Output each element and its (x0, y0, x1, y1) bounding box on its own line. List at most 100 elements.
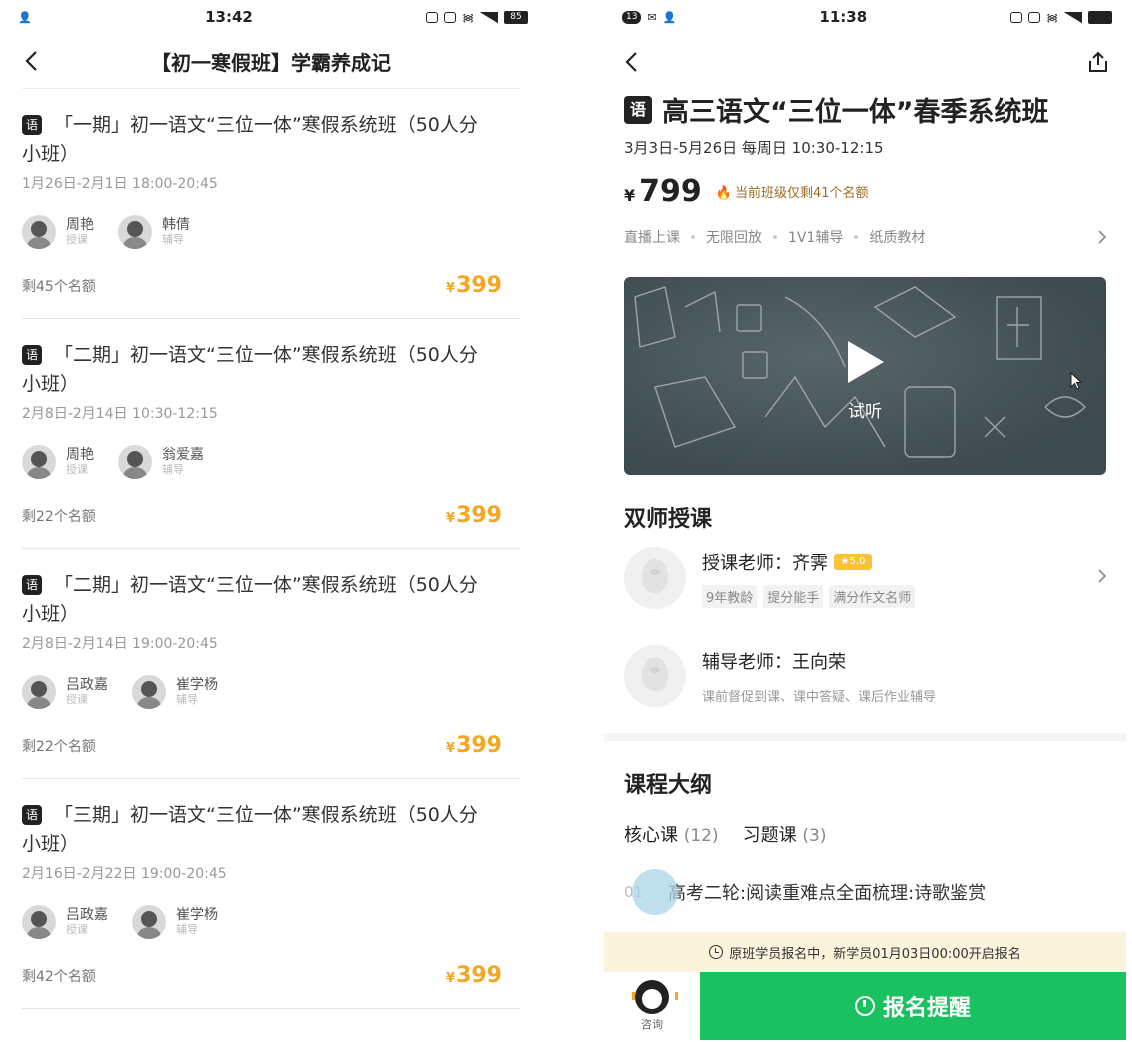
page-title: 【初一寒假班】学霸养成记 (151, 50, 391, 75)
tutor-description: 课前督促到课、课中答疑、课后作业辅导 (702, 689, 937, 705)
fire-icon: 🔥 (715, 186, 732, 201)
teacher-role: 辅导 (162, 463, 184, 476)
price: ¥399 (446, 733, 502, 758)
course-card[interactable]: 语「一期」初一语文“三位一体”寒假系统班（50人分小班） 1月26日-2月1日 … (22, 89, 520, 319)
main-teacher-card[interactable]: 授课老师：齐霁 ★5.0 9年教龄 提分能手 满分作文名师 (604, 533, 1126, 609)
touch-indicator (632, 869, 678, 915)
clock-icon (709, 945, 724, 959)
alarm-icon (426, 11, 439, 23)
tutor-label: 辅导老师：王向荣 (702, 651, 846, 673)
teacher-name: 吕政嘉 (66, 907, 108, 923)
price: ¥799 (624, 174, 702, 209)
battery-icon: 85 (503, 10, 528, 24)
course-title: 语「二期」初一语文“三位一体”寒假系统班（50人分小班） (22, 344, 478, 395)
teacher-name: 周艳 (66, 447, 94, 463)
alarm-icon (1010, 11, 1023, 23)
course-date: 2月8日-2月14日 19:00-20:45 (22, 636, 218, 652)
teacher: 韩倩 辅导 (118, 215, 190, 249)
vibrate-icon (444, 11, 457, 23)
avatar (22, 675, 56, 709)
avatar (22, 445, 56, 479)
tutor-card: 辅导老师：王向荣 课前督促到课、课中答疑、课后作业辅导 (604, 609, 1126, 707)
vibrate-icon (1028, 11, 1041, 23)
consult-button[interactable]: 咨询 (604, 972, 700, 1040)
teachers: 周艳 授课 翁爱嘉 辅导 (22, 445, 520, 479)
trial-video[interactable]: 试听 (624, 277, 1106, 475)
remaining-seats: 🔥 当前班级仅剩41个名额 (715, 186, 869, 201)
avatar (132, 905, 166, 939)
navbar (604, 34, 1126, 90)
signup-reminder-button[interactable]: 报名提醒 (700, 972, 1126, 1040)
trial-label: 试听 (848, 402, 882, 422)
avatar (118, 445, 152, 479)
consult-label: 咨询 (641, 1018, 663, 1031)
subject-badge: 语 (22, 345, 42, 365)
remaining-seats: 剩22个名额 (22, 509, 96, 525)
teacher: 翁爱嘉 辅导 (118, 445, 204, 479)
avatar (118, 215, 152, 249)
price-row: ¥799 🔥 当前班级仅剩41个名额 (604, 158, 1126, 209)
subject-badge: 语 (624, 95, 652, 124)
course-title: 语「一期」初一语文“三位一体”寒假系统班（50人分小班） (22, 114, 478, 165)
user-icon: 👤 (662, 10, 677, 24)
wifi-icon: ᯼ (462, 10, 474, 24)
price: ¥399 (446, 503, 502, 528)
course-title: 语「三期」初一语文“三位一体”寒假系统班（50人分小班） (22, 804, 478, 855)
tab-core[interactable]: 核心课 (12) (624, 821, 719, 847)
feature-item: 纸质教材 (869, 230, 926, 246)
course-card[interactable]: 语「二期」初一语文“三位一体”寒假系统班（50人分小班） 2月8日-2月14日 … (22, 549, 520, 779)
teacher-name: 崔学杨 (176, 907, 218, 923)
teacher-role: 授课 (66, 233, 88, 246)
tag: 满分作文名师 (829, 584, 916, 608)
status-time: 13:42 (205, 8, 253, 26)
status-bar: 👤 13:42 ᯼ 85 (0, 0, 542, 34)
avatar (22, 215, 56, 249)
course-date: 3月3日-5月26日 每周日 10:30-12:15 (624, 139, 884, 157)
course-card[interactable]: 语「二期」初一语文“三位一体”寒假系统班（50人分小班） 2月8日-2月14日 … (22, 319, 520, 549)
remaining-seats: 剩22个名额 (22, 739, 96, 755)
mouse-cursor-icon (1070, 372, 1082, 390)
teacher-name: 吕政嘉 (66, 677, 108, 693)
subject-badge: 语 (22, 575, 42, 595)
right-screen: 13 ✉ 👤 11:38 ᯼ 语 高三语文“三位一体”春季系统班 3月3日-5月… (604, 0, 1126, 1042)
status-bar: 13 ✉ 👤 11:38 ᯼ (604, 0, 1126, 34)
course-card[interactable]: 语「三期」初一语文“三位一体”寒假系统班（50人分小班） 2月16日-2月22日… (22, 779, 520, 1009)
outline-section-title: 课程大纲 (624, 773, 713, 798)
back-icon[interactable] (22, 50, 44, 72)
tab-exercise[interactable]: 习题课 (3) (743, 821, 827, 847)
teacher-role: 辅导 (176, 693, 198, 706)
play-icon[interactable] (846, 339, 886, 385)
teacher-name: 翁爱嘉 (162, 447, 204, 463)
battery-icon (1088, 10, 1112, 24)
timer-icon (854, 996, 875, 1016)
status-time: 11:38 (819, 8, 868, 26)
teacher-name: 崔学杨 (176, 677, 218, 693)
remaining-seats: 剩42个名额 (22, 969, 96, 985)
teacher: 吕政嘉 授课 (22, 905, 108, 939)
teacher-name: 周艳 (66, 217, 94, 233)
share-icon[interactable] (1086, 50, 1110, 74)
teacher: 崔学杨 辅导 (132, 905, 218, 939)
chevron-right-icon (1098, 230, 1107, 244)
teacher-role: 辅导 (162, 233, 184, 246)
course-date: 2月8日-2月14日 10:30-12:15 (22, 406, 218, 422)
outline-tabs: 核心课 (12) 习题课 (3) (604, 799, 1126, 847)
outline-item[interactable]: 01 高考二轮:阅读重难点全面梳理:诗歌鉴赏 (604, 847, 1126, 915)
course-title: 语「二期」初一语文“三位一体”寒假系统班（50人分小班） (22, 574, 478, 625)
price: ¥399 (446, 963, 502, 988)
tag: 9年教龄 (702, 584, 758, 608)
course-date: 1月26日-2月1日 18:00-20:45 (22, 176, 218, 192)
teacher-role: 授课 (66, 463, 88, 476)
mail-icon: ✉ (647, 10, 657, 24)
user-icon: 👤 (18, 10, 32, 24)
feature-item: 1V1辅导 (788, 230, 844, 246)
course-date: 2月16日-2月22日 19:00-20:45 (22, 866, 227, 882)
enrollment-notice: 原班学员报名中，新学员01月03日00:00开启报名 (604, 932, 1126, 972)
signal-icon (479, 11, 498, 23)
features-row[interactable]: 直播上课 无限回放 1V1辅导 纸质教材 (604, 209, 1126, 247)
course-title: 语 高三语文“三位一体”春季系统班 (604, 90, 1126, 129)
back-icon[interactable] (622, 51, 644, 73)
feature-item: 直播上课 (624, 230, 680, 246)
outline-title: 高考二轮:阅读重难点全面梳理:诗歌鉴赏 (668, 883, 987, 904)
teacher-tags: 9年教龄 提分能手 满分作文名师 (702, 584, 916, 608)
